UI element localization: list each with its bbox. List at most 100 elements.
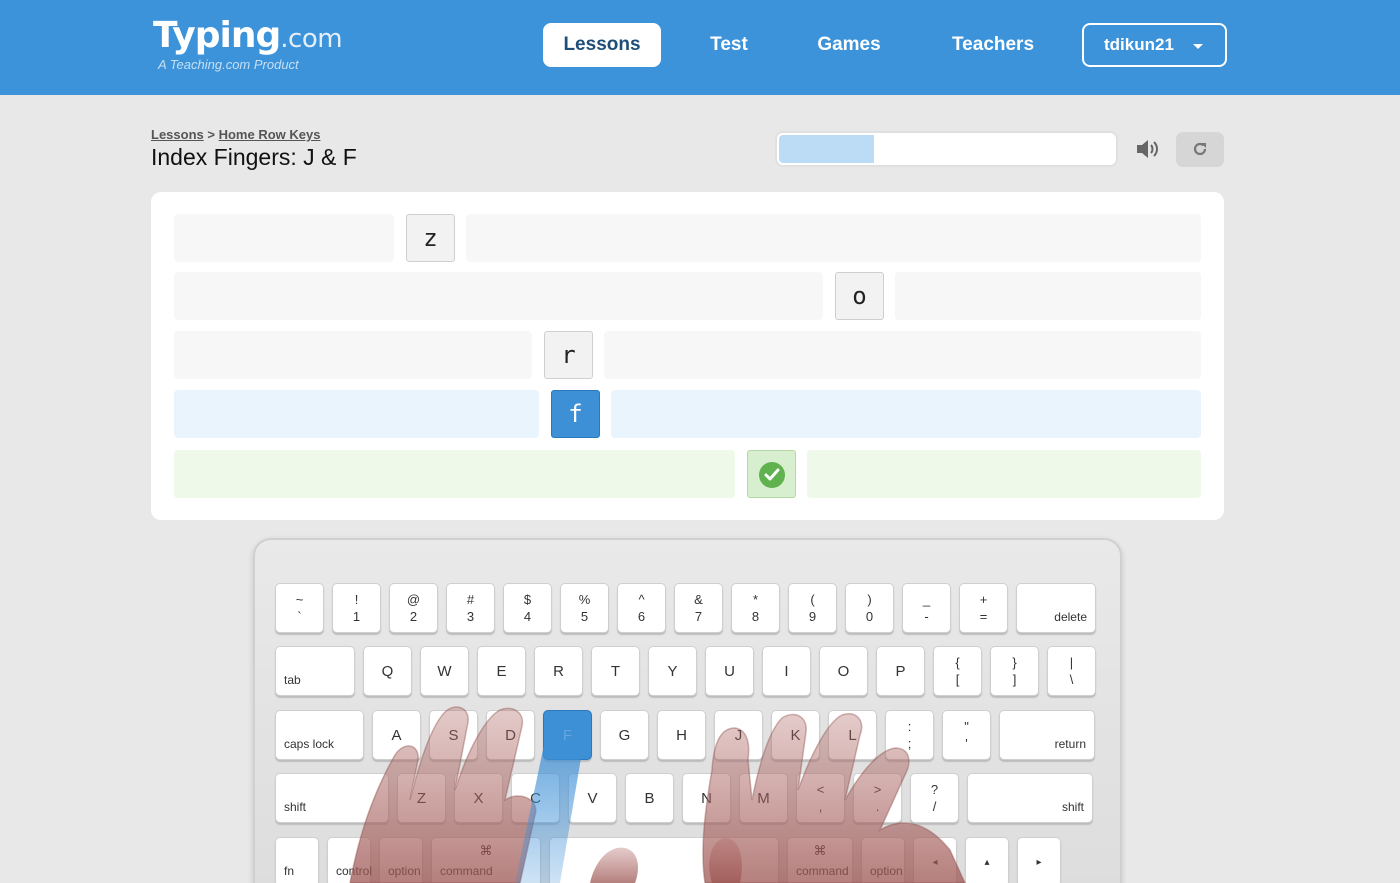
key-f[interactable]: F: [543, 710, 592, 760]
key-/[interactable]: ? /: [910, 773, 959, 823]
key-9[interactable]: (9: [788, 583, 837, 633]
key-caps-lock[interactable]: caps lock: [275, 710, 364, 760]
key-shift[interactable]: shift: [967, 773, 1093, 823]
key-n[interactable]: N: [682, 773, 731, 823]
key-label: [: [955, 672, 960, 687]
key-'[interactable]: " ': [942, 710, 991, 760]
key-u[interactable]: U: [705, 646, 754, 696]
key-o[interactable]: O: [819, 646, 868, 696]
key-label: F: [562, 727, 573, 744]
user-menu-button[interactable]: tdikun21: [1082, 23, 1227, 67]
key-label: tab: [284, 673, 301, 687]
key-label: L: [848, 727, 857, 744]
key-[[interactable]: {[: [933, 646, 982, 696]
key-arrow[interactable]: ◂: [913, 837, 957, 883]
key-command[interactable]: ⌘ command: [431, 837, 541, 883]
key-fn[interactable]: fn: [275, 837, 319, 883]
key-.[interactable]: >.: [853, 773, 902, 823]
key-=[interactable]: + =: [959, 583, 1008, 633]
key-control[interactable]: control: [327, 837, 372, 883]
key-label: 2: [409, 609, 418, 624]
key-i[interactable]: I: [762, 646, 811, 696]
key-label: ]: [1012, 672, 1017, 687]
lesson-row-track: [174, 331, 532, 379]
key-space[interactable]: [549, 837, 779, 883]
key-shift[interactable]: shift: [275, 773, 389, 823]
key-label: shift: [1061, 800, 1084, 814]
key-label: U: [724, 663, 735, 680]
lesson-char-tile: z: [406, 214, 455, 262]
key-\[interactable]: | \: [1047, 646, 1096, 696]
key-2[interactable]: @2: [389, 583, 438, 633]
username: tdikun21: [1104, 35, 1174, 54]
key-delete[interactable]: delete: [1016, 583, 1096, 633]
breadcrumb-home-row[interactable]: Home Row Keys: [219, 127, 321, 142]
key-shift-label: $: [523, 592, 532, 607]
key-arrow[interactable]: ▴: [965, 837, 1009, 883]
lesson-row-track: [895, 272, 1201, 320]
speaker-icon[interactable]: [1134, 136, 1160, 162]
logo-wordmark: Typing: [153, 15, 281, 56]
key-e[interactable]: E: [477, 646, 526, 696]
key-,[interactable]: <,: [796, 773, 845, 823]
key-label: 5: [580, 609, 589, 624]
key-option[interactable]: option: [861, 837, 905, 883]
key-label: X: [473, 790, 484, 807]
key-t[interactable]: T: [591, 646, 640, 696]
key-s[interactable]: S: [429, 710, 478, 760]
key-4[interactable]: $4: [503, 583, 552, 633]
key-`[interactable]: ~ `: [275, 583, 324, 633]
key-label: command: [796, 864, 849, 878]
key-label: N: [701, 790, 712, 807]
key-k[interactable]: K: [771, 710, 820, 760]
key-m[interactable]: M: [739, 773, 788, 823]
key-v[interactable]: V: [568, 773, 617, 823]
key-7[interactable]: & 7: [674, 583, 723, 633]
key-option[interactable]: option: [379, 837, 423, 883]
lesson-complete-tile: [747, 450, 796, 498]
key-a[interactable]: A: [372, 710, 421, 760]
key-g[interactable]: G: [600, 710, 649, 760]
key-z[interactable]: Z: [397, 773, 446, 823]
key-arrow[interactable]: ▸: [1017, 837, 1061, 883]
nav-games[interactable]: Games: [800, 23, 898, 67]
command-icon: ⌘: [813, 843, 827, 858]
key-j[interactable]: J: [714, 710, 763, 760]
key-b[interactable]: B: [625, 773, 674, 823]
key-h[interactable]: H: [657, 710, 706, 760]
breadcrumb-lessons[interactable]: Lessons: [151, 127, 204, 142]
lesson-row-track: [604, 331, 1201, 379]
key-3[interactable]: #3: [446, 583, 495, 633]
key-d[interactable]: D: [486, 710, 535, 760]
key-return[interactable]: return: [999, 710, 1095, 760]
progress-fill: [779, 135, 874, 163]
key-5[interactable]: % 5: [560, 583, 609, 633]
key-y[interactable]: Y: [648, 646, 697, 696]
key-c[interactable]: C: [511, 773, 560, 823]
key-p[interactable]: P: [876, 646, 925, 696]
key-l[interactable]: L: [828, 710, 877, 760]
key-x[interactable]: X: [454, 773, 503, 823]
key-command[interactable]: ⌘ command: [787, 837, 853, 883]
nav-teachers[interactable]: Teachers: [932, 23, 1054, 67]
key-label: option: [388, 864, 421, 878]
key-6[interactable]: ^ 6: [617, 583, 666, 633]
key--[interactable]: _ -: [902, 583, 951, 633]
typing-logo[interactable]: Typing.com A Teaching.com Product: [153, 14, 343, 72]
key-label: 9: [808, 609, 817, 624]
key-8[interactable]: * 8: [731, 583, 780, 633]
key-][interactable]: }]: [990, 646, 1039, 696]
lesson-row-track-current: [611, 390, 1201, 438]
key-q[interactable]: Q: [363, 646, 412, 696]
key-tab[interactable]: tab: [275, 646, 355, 696]
key-r[interactable]: R: [534, 646, 583, 696]
nav-test[interactable]: Test: [690, 23, 768, 67]
key-0[interactable]: ) 0: [845, 583, 894, 633]
key-label: Y: [667, 663, 678, 680]
nav-lessons[interactable]: Lessons: [543, 23, 661, 67]
key-w[interactable]: W: [420, 646, 469, 696]
key-1[interactable]: ! 1: [332, 583, 381, 633]
restart-button[interactable]: [1176, 132, 1224, 167]
key-;[interactable]: :;: [885, 710, 934, 760]
arrow-icon: ▴: [984, 857, 990, 868]
